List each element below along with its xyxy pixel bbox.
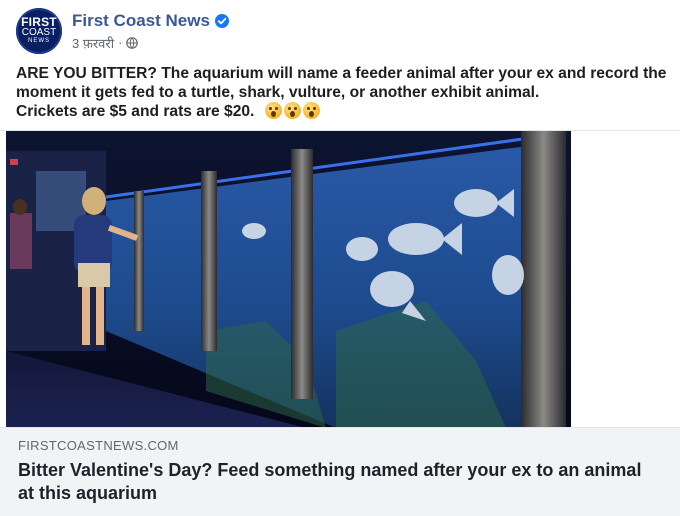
avatar-line2: COAST <box>21 27 57 38</box>
link-domain: FIRSTCOASTNEWS.COM <box>18 438 179 453</box>
page-name-link[interactable]: First Coast News <box>72 11 210 31</box>
meta-separator: · <box>118 35 123 50</box>
verified-badge-icon <box>214 13 229 28</box>
link-preview[interactable]: FIRSTCOASTNEWS.COM Bitter Valentine's Da… <box>0 427 680 516</box>
astonished-face-emoji-icon <box>283 102 301 119</box>
post-image-area[interactable] <box>0 130 680 428</box>
post-line-1: ARE YOU BITTER? The aquarium will name a… <box>16 65 667 82</box>
emoji-group <box>264 102 322 119</box>
astonished-face-emoji-icon <box>264 102 282 119</box>
facebook-post: FIRST COAST NEWS First Coast News 3 फ़रव… <box>0 0 680 516</box>
post-header: FIRST COAST NEWS First Coast News 3 फ़रव… <box>16 8 229 54</box>
avatar-line3: NEWS <box>28 38 50 44</box>
aquarium-scene <box>6 131 571 428</box>
avatar[interactable]: FIRST COAST NEWS <box>16 8 62 54</box>
header-text: First Coast News 3 फ़रवरी · <box>72 11 229 52</box>
link-title[interactable]: Bitter Valentine's Day? Feed something n… <box>18 459 658 505</box>
post-timestamp[interactable]: 3 फ़रवरी <box>72 34 114 52</box>
post-message: ARE YOU BITTER? The aquarium will name a… <box>16 64 666 121</box>
post-line-3-row: Crickets are $5 and rats are $20. <box>16 102 666 121</box>
astonished-face-emoji-icon <box>302 102 320 119</box>
post-line-3: Crickets are $5 and rats are $20. <box>16 103 255 120</box>
post-line-2: moment it gets fed to a turtle, shark, v… <box>16 84 540 101</box>
aquarium-photo[interactable] <box>6 131 571 428</box>
globe-icon[interactable] <box>126 36 139 49</box>
page-name-row: First Coast News <box>72 11 229 31</box>
post-meta: 3 फ़रवरी · <box>72 34 229 52</box>
